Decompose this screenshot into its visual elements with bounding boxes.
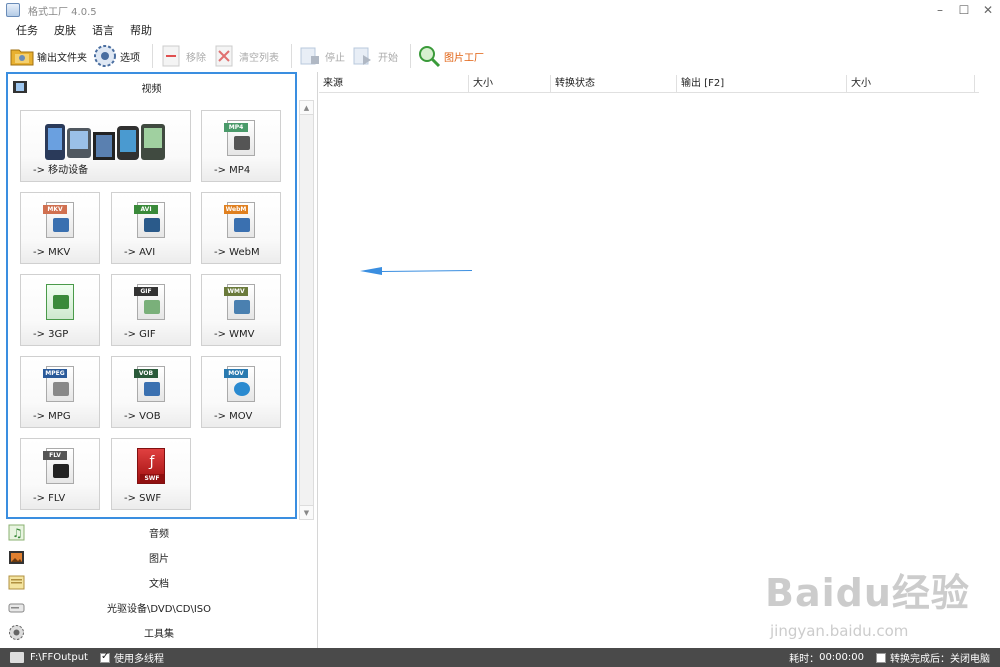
tile-webm[interactable]: WebM -> WebM bbox=[201, 192, 281, 264]
mpg-file-icon: MPEG bbox=[43, 366, 77, 406]
window-title: 格式工厂 4.0.5 bbox=[28, 6, 97, 18]
output-path[interactable]: F:\FFOutput bbox=[30, 652, 88, 663]
toolbar-divider bbox=[410, 44, 411, 68]
tile-mpg[interactable]: MPEG -> MPG bbox=[20, 356, 100, 428]
start-button[interactable]: 开始 bbox=[351, 42, 398, 70]
mobile-devices-icon bbox=[41, 120, 171, 160]
remove-icon bbox=[159, 44, 183, 68]
menu-task[interactable]: 任务 bbox=[8, 22, 46, 38]
scroll-down-arrow[interactable]: ▼ bbox=[300, 505, 313, 519]
col-output[interactable]: 输出 [F2] bbox=[677, 75, 847, 93]
close-button[interactable]: ✕ bbox=[976, 0, 1000, 20]
stop-button[interactable]: 停止 bbox=[298, 42, 345, 70]
multithread-checkbox[interactable] bbox=[99, 651, 110, 663]
category-tools[interactable]: 工具集 bbox=[0, 620, 318, 645]
col-output-size[interactable]: 大小 bbox=[847, 75, 975, 93]
tile-vob[interactable]: VOB -> VOB bbox=[111, 356, 191, 428]
tile-swf[interactable]: ƒ SWF -> SWF bbox=[111, 438, 191, 510]
toolbar-divider bbox=[291, 44, 292, 68]
watermark-logo: Baidu经验 bbox=[765, 571, 970, 615]
category-audio[interactable]: ♫ 音频 bbox=[0, 520, 318, 545]
annotation-arrow-icon bbox=[360, 264, 475, 281]
stop-icon bbox=[298, 44, 322, 68]
start-icon bbox=[351, 44, 375, 68]
status-bar: F:\FFOutput 使用多线程 耗时： 00:00:00 转换完成后：关闭电… bbox=[0, 648, 1000, 667]
svg-text:♫: ♫ bbox=[12, 526, 23, 540]
music-icon: ♫ bbox=[8, 524, 25, 541]
magnifier-icon bbox=[417, 44, 441, 68]
maximize-button[interactable]: ☐ bbox=[952, 0, 976, 20]
mkv-file-icon: MKV bbox=[43, 202, 77, 242]
options-button[interactable]: 选项 bbox=[93, 42, 140, 70]
tile-avi[interactable]: AVI -> AVI bbox=[111, 192, 191, 264]
clear-list-button[interactable]: 清空列表 bbox=[212, 42, 279, 70]
elapsed-value: 00:00:00 bbox=[819, 652, 864, 663]
menu-help[interactable]: 帮助 bbox=[122, 22, 160, 38]
gear-icon bbox=[93, 44, 117, 68]
category-scrollbar[interactable]: ▲ ▼ bbox=[299, 100, 314, 520]
category-picture[interactable]: 图片 bbox=[0, 545, 318, 570]
video-category-header[interactable]: 视频 bbox=[8, 74, 295, 100]
tile-mobile-device[interactable]: -> 移动设备 bbox=[20, 110, 191, 182]
col-source[interactable]: 来源 bbox=[319, 75, 469, 93]
wmv-file-icon: WMV bbox=[224, 284, 258, 324]
tile-mkv[interactable]: MKV -> MKV bbox=[20, 192, 100, 264]
toolbar: 输出文件夹 选项 移除 清空列表 停止 开始 图片工厂 bbox=[0, 40, 1000, 72]
3gp-file-icon bbox=[43, 284, 77, 324]
multithread-label: 使用多线程 bbox=[113, 654, 164, 665]
avi-file-icon: AVI bbox=[134, 202, 168, 242]
tile-3gp[interactable]: -> 3GP bbox=[20, 274, 100, 346]
app-icon bbox=[6, 3, 20, 17]
vob-file-icon: VOB bbox=[134, 366, 168, 406]
menu-skin[interactable]: 皮肤 bbox=[46, 22, 84, 38]
folder-icon bbox=[10, 44, 34, 68]
tile-gif[interactable]: GIF -> GIF bbox=[111, 274, 191, 346]
col-status[interactable]: 转换状态 bbox=[551, 75, 677, 93]
tile-mov[interactable]: MOV -> MOV bbox=[201, 356, 281, 428]
film-icon bbox=[12, 79, 28, 95]
watermark-url: jingyan.baidu.com bbox=[770, 622, 909, 640]
category-panel: 视频 -> 移动设备 MP4 -> MP4 MKV -> MKV AVI -> … bbox=[0, 72, 318, 648]
drive-icon bbox=[8, 599, 25, 616]
after-convert-checkbox[interactable] bbox=[876, 652, 886, 663]
document-icon bbox=[8, 574, 25, 591]
output-folder-button[interactable]: 输出文件夹 bbox=[10, 42, 87, 70]
scroll-up-arrow[interactable]: ▲ bbox=[300, 101, 313, 115]
clear-icon bbox=[212, 44, 236, 68]
menu-language[interactable]: 语言 bbox=[84, 22, 122, 38]
tile-mp4[interactable]: MP4 -> MP4 bbox=[201, 110, 281, 182]
menu-bar: 任务 皮肤 语言 帮助 bbox=[0, 20, 1000, 40]
category-optical-drive[interactable]: 光驱设备\DVD\CD\ISO bbox=[0, 595, 318, 620]
tools-icon bbox=[8, 624, 25, 641]
picture-factory-button[interactable]: 图片工厂 bbox=[417, 42, 484, 70]
category-document[interactable]: 文档 bbox=[0, 570, 318, 595]
picture-icon bbox=[8, 549, 25, 566]
remove-button[interactable]: 移除 bbox=[159, 42, 206, 70]
minimize-button[interactable]: – bbox=[928, 0, 952, 20]
title-bar: 格式工厂 4.0.5 – ☐ ✕ bbox=[0, 0, 1000, 20]
col-size[interactable]: 大小 bbox=[469, 75, 551, 93]
mp4-file-icon: MP4 bbox=[224, 120, 258, 160]
task-list-header: 来源 大小 转换状态 输出 [F2] 大小 bbox=[319, 75, 979, 93]
gif-file-icon: GIF bbox=[134, 284, 168, 324]
after-convert-label: 转换完成后：关闭电脑 bbox=[890, 654, 990, 665]
tile-wmv[interactable]: WMV -> WMV bbox=[201, 274, 281, 346]
elapsed-label: 耗时： bbox=[789, 654, 820, 665]
swf-file-icon: ƒ SWF bbox=[134, 448, 168, 488]
folder-icon[interactable] bbox=[10, 652, 24, 663]
webm-file-icon: WebM bbox=[224, 202, 258, 242]
flv-file-icon: FLV bbox=[43, 448, 77, 488]
mov-file-icon: MOV bbox=[224, 366, 258, 406]
tile-flv[interactable]: FLV -> FLV bbox=[20, 438, 100, 510]
toolbar-divider bbox=[152, 44, 153, 68]
